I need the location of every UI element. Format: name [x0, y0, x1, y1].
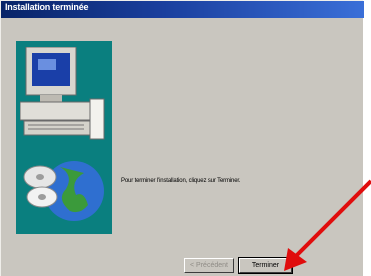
red-arrow-icon	[284, 179, 371, 271]
